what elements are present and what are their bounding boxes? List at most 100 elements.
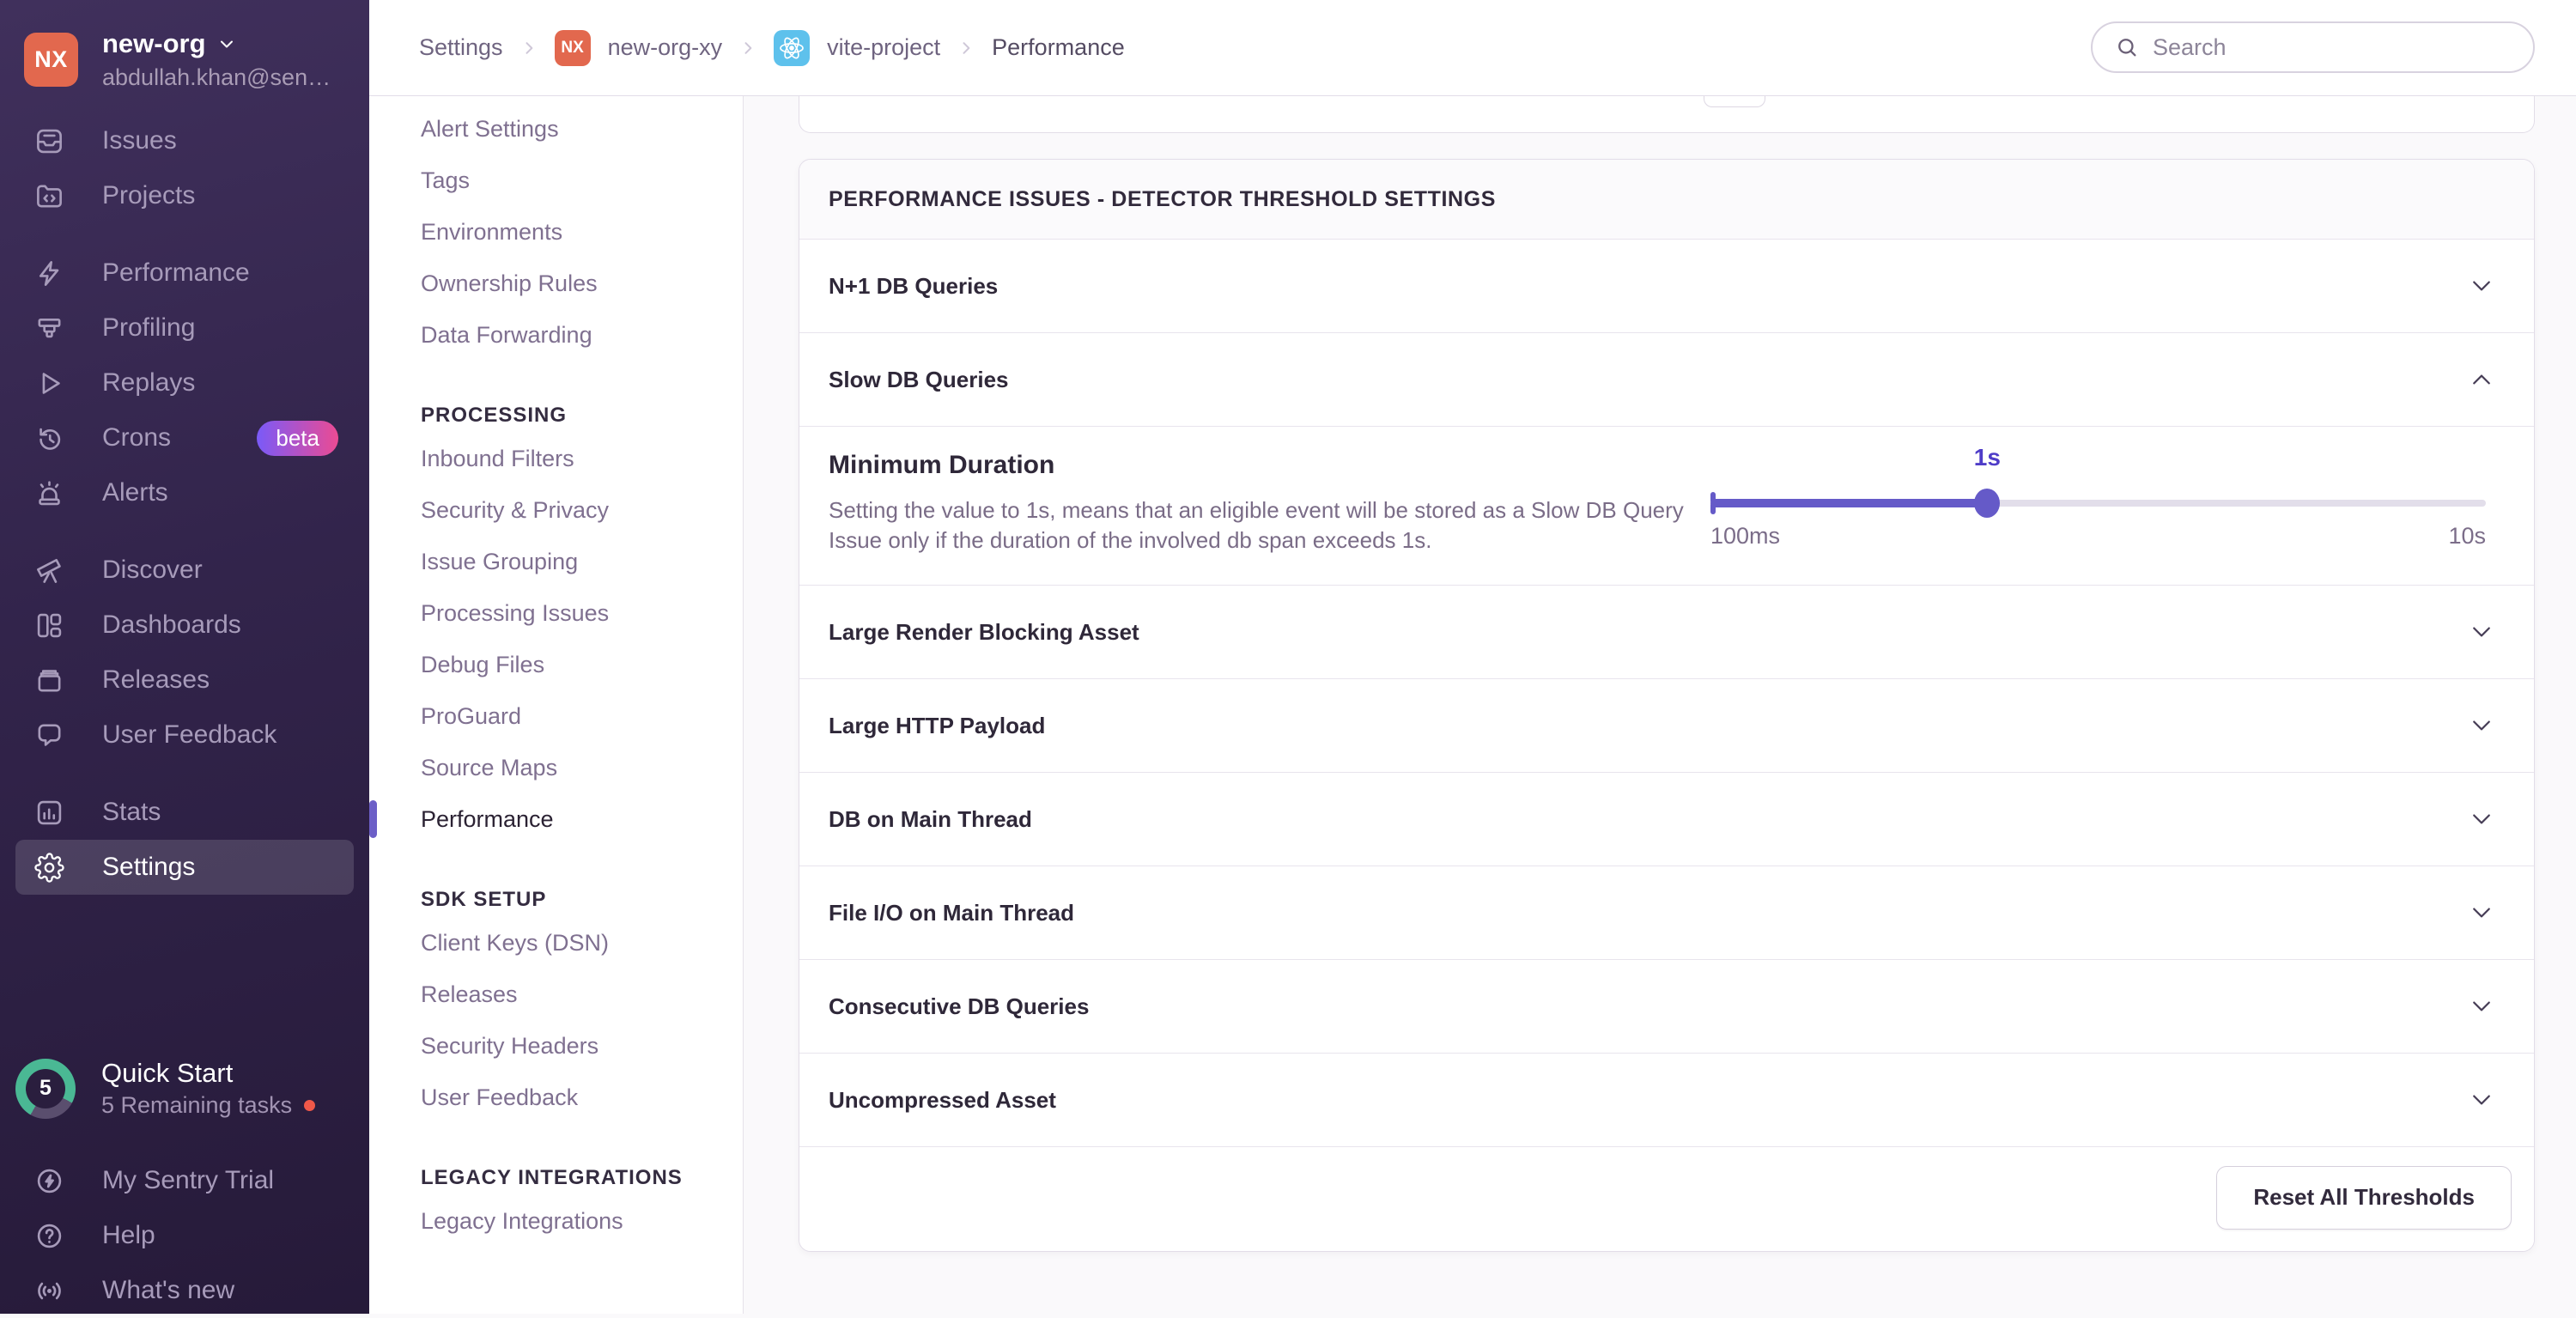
sidebar-item-profiling[interactable]: Profiling — [0, 301, 369, 355]
sidebar-item-whats-new[interactable]: What's new — [0, 1263, 369, 1318]
subnav-label: Client Keys (DSN) — [421, 929, 610, 956]
global-search[interactable] — [2091, 21, 2535, 73]
chevron-down-icon[interactable] — [2469, 273, 2494, 299]
quick-start-widget[interactable]: 5 Quick Start 5 Remaining tasks — [15, 1058, 316, 1119]
subnav-item-client-keys[interactable]: Client Keys (DSN) — [369, 917, 743, 969]
notification-dot — [304, 1100, 316, 1111]
subnav-heading-legacy: LEGACY INTEGRATIONS — [421, 1166, 683, 1189]
subnav-label: Security & Privacy — [421, 496, 610, 523]
subnav-item-source-maps[interactable]: Source Maps — [369, 742, 743, 793]
play-icon — [34, 368, 64, 398]
slider-thumb[interactable] — [1974, 489, 2001, 518]
sidebar-item-label: Projects — [102, 181, 196, 210]
sidebar-item-replays[interactable]: Replays — [0, 355, 369, 410]
gear-icon — [34, 852, 64, 883]
clock-history-icon — [34, 423, 64, 453]
subnav-label: Environments — [421, 218, 563, 245]
subnav-heading-sdk-setup: SDK SETUP — [421, 888, 547, 911]
chevron-down-icon[interactable] — [2469, 619, 2494, 645]
chevron-down-icon[interactable] — [2469, 993, 2494, 1019]
sidebar-item-alerts[interactable]: Alerts — [0, 465, 369, 520]
detector-row-n-plus-one-db-queries[interactable]: N+1 DB Queries — [799, 240, 2534, 333]
dashboard-grid-icon — [34, 610, 64, 641]
subnav-item-alert-settings[interactable]: Alert Settings — [369, 103, 743, 155]
sidebar-item-label: Releases — [102, 665, 210, 694]
chevron-up-icon[interactable] — [2469, 367, 2494, 392]
org-switcher[interactable]: NX new-org abdullah.khan@sen… — [24, 28, 331, 91]
breadcrumb-project[interactable]: vite-project — [827, 34, 940, 61]
detector-label: Large Render Blocking Asset — [829, 618, 1139, 645]
breadcrumb-settings[interactable]: Settings — [419, 34, 503, 61]
sidebar-item-stats[interactable]: Stats — [0, 785, 369, 840]
search-input[interactable] — [2153, 33, 2511, 61]
telescope-icon — [34, 556, 64, 586]
bar-chart-icon — [34, 798, 64, 828]
detector-label: Slow DB Queries — [829, 366, 1009, 392]
subnav-item-user-feedback[interactable]: User Feedback — [369, 1072, 743, 1123]
sidebar-item-dashboards[interactable]: Dashboards — [0, 598, 369, 653]
trial-bolt-circle-icon — [34, 1166, 64, 1196]
subnav-item-security-headers[interactable]: Security Headers — [369, 1020, 743, 1072]
subnav-label: Tags — [421, 167, 471, 193]
detector-row-db-on-main-thread[interactable]: DB on Main Thread — [799, 773, 2534, 866]
detector-row-large-render-blocking-asset[interactable]: Large Render Blocking Asset — [799, 586, 2534, 679]
detector-row-slow-db-queries[interactable]: Slow DB Queries — [799, 333, 2534, 427]
nav-divider — [0, 223, 369, 246]
sidebar-item-releases[interactable]: Releases — [0, 653, 369, 708]
subnav-label: Data Forwarding — [421, 321, 592, 348]
sidebar-item-trial[interactable]: My Sentry Trial — [0, 1153, 369, 1208]
detector-row-uncompressed-asset[interactable]: Uncompressed Asset — [799, 1054, 2534, 1147]
sidebar-item-label: What's new — [102, 1276, 235, 1304]
subnav-label: Security Headers — [421, 1032, 599, 1059]
subnav-item-issue-grouping[interactable]: Issue Grouping — [369, 536, 743, 587]
subnav-item-inbound-filters[interactable]: Inbound Filters — [369, 433, 743, 484]
subnav-item-legacy-integrations[interactable]: Legacy Integrations — [369, 1195, 743, 1247]
sidebar-item-crons[interactable]: Crons beta — [0, 410, 369, 465]
sidebar-item-label: Settings — [102, 853, 196, 881]
collapsed-panel-button[interactable] — [1704, 96, 1765, 107]
subnav-item-tags[interactable]: Tags — [369, 155, 743, 206]
sidebar-item-label: Alerts — [102, 478, 168, 507]
detector-row-consecutive-db-queries[interactable]: Consecutive DB Queries — [799, 960, 2534, 1054]
panel-footer: Reset All Thresholds — [799, 1147, 2534, 1248]
sidebar-item-issues[interactable]: Issues — [0, 113, 369, 168]
slow-db-queries-settings: Minimum Duration Setting the value to 1s… — [799, 427, 2534, 586]
breadcrumb-org[interactable]: new-org-xy — [608, 34, 723, 61]
detector-threshold-panel: PERFORMANCE ISSUES - DETECTOR THRESHOLD … — [799, 159, 2535, 1252]
slider-fill — [1710, 499, 1988, 507]
chevron-right-icon — [957, 39, 975, 57]
sidebar-item-performance[interactable]: Performance — [0, 246, 369, 301]
subnav-item-security-privacy[interactable]: Security & Privacy — [369, 484, 743, 536]
breadcrumb-current: Performance — [992, 34, 1125, 60]
chevron-down-icon[interactable] — [2469, 900, 2494, 926]
subnav-item-performance[interactable]: Performance — [369, 793, 743, 845]
sidebar-item-settings[interactable]: Settings — [15, 840, 354, 895]
detector-row-file-io-on-main-thread[interactable]: File I/O on Main Thread — [799, 866, 2534, 960]
subnav-item-ownership-rules[interactable]: Ownership Rules — [369, 258, 743, 309]
setting-description: Setting the value to 1s, means that an e… — [829, 497, 1684, 553]
chevron-down-icon[interactable] — [2469, 806, 2494, 832]
subnav-item-data-forwarding[interactable]: Data Forwarding — [369, 309, 743, 361]
sidebar-item-label: Crons — [102, 423, 172, 452]
subnav-label: Ownership Rules — [421, 270, 598, 296]
chevron-down-icon[interactable] — [2469, 713, 2494, 738]
sidebar-item-projects[interactable]: Projects — [0, 168, 369, 223]
primary-nav: Issues Projects Performance Profiling Re… — [0, 113, 369, 895]
subnav-item-processing-issues[interactable]: Processing Issues — [369, 587, 743, 639]
sidebar-item-label: Issues — [102, 126, 177, 155]
detector-row-large-http-payload[interactable]: Large HTTP Payload — [799, 679, 2534, 773]
subnav-item-debug-files[interactable]: Debug Files — [369, 639, 743, 690]
reset-all-thresholds-button[interactable]: Reset All Thresholds — [2216, 1165, 2512, 1230]
siren-icon — [34, 478, 64, 508]
subnav-item-proguard[interactable]: ProGuard — [369, 690, 743, 742]
sidebar-item-discover[interactable]: Discover — [0, 543, 369, 598]
chevron-down-icon[interactable] — [2469, 1087, 2494, 1113]
beta-badge: beta — [257, 420, 338, 456]
sidebar-item-user-feedback[interactable]: User Feedback — [0, 708, 369, 762]
sidebar-item-help[interactable]: Help — [0, 1208, 369, 1263]
projects-icon — [34, 181, 64, 211]
subnav-item-releases[interactable]: Releases — [369, 969, 743, 1020]
slider-max-label: 10s — [2448, 523, 2486, 549]
subnav-item-environments[interactable]: Environments — [369, 206, 743, 258]
subnav-label: User Feedback — [421, 1084, 579, 1110]
